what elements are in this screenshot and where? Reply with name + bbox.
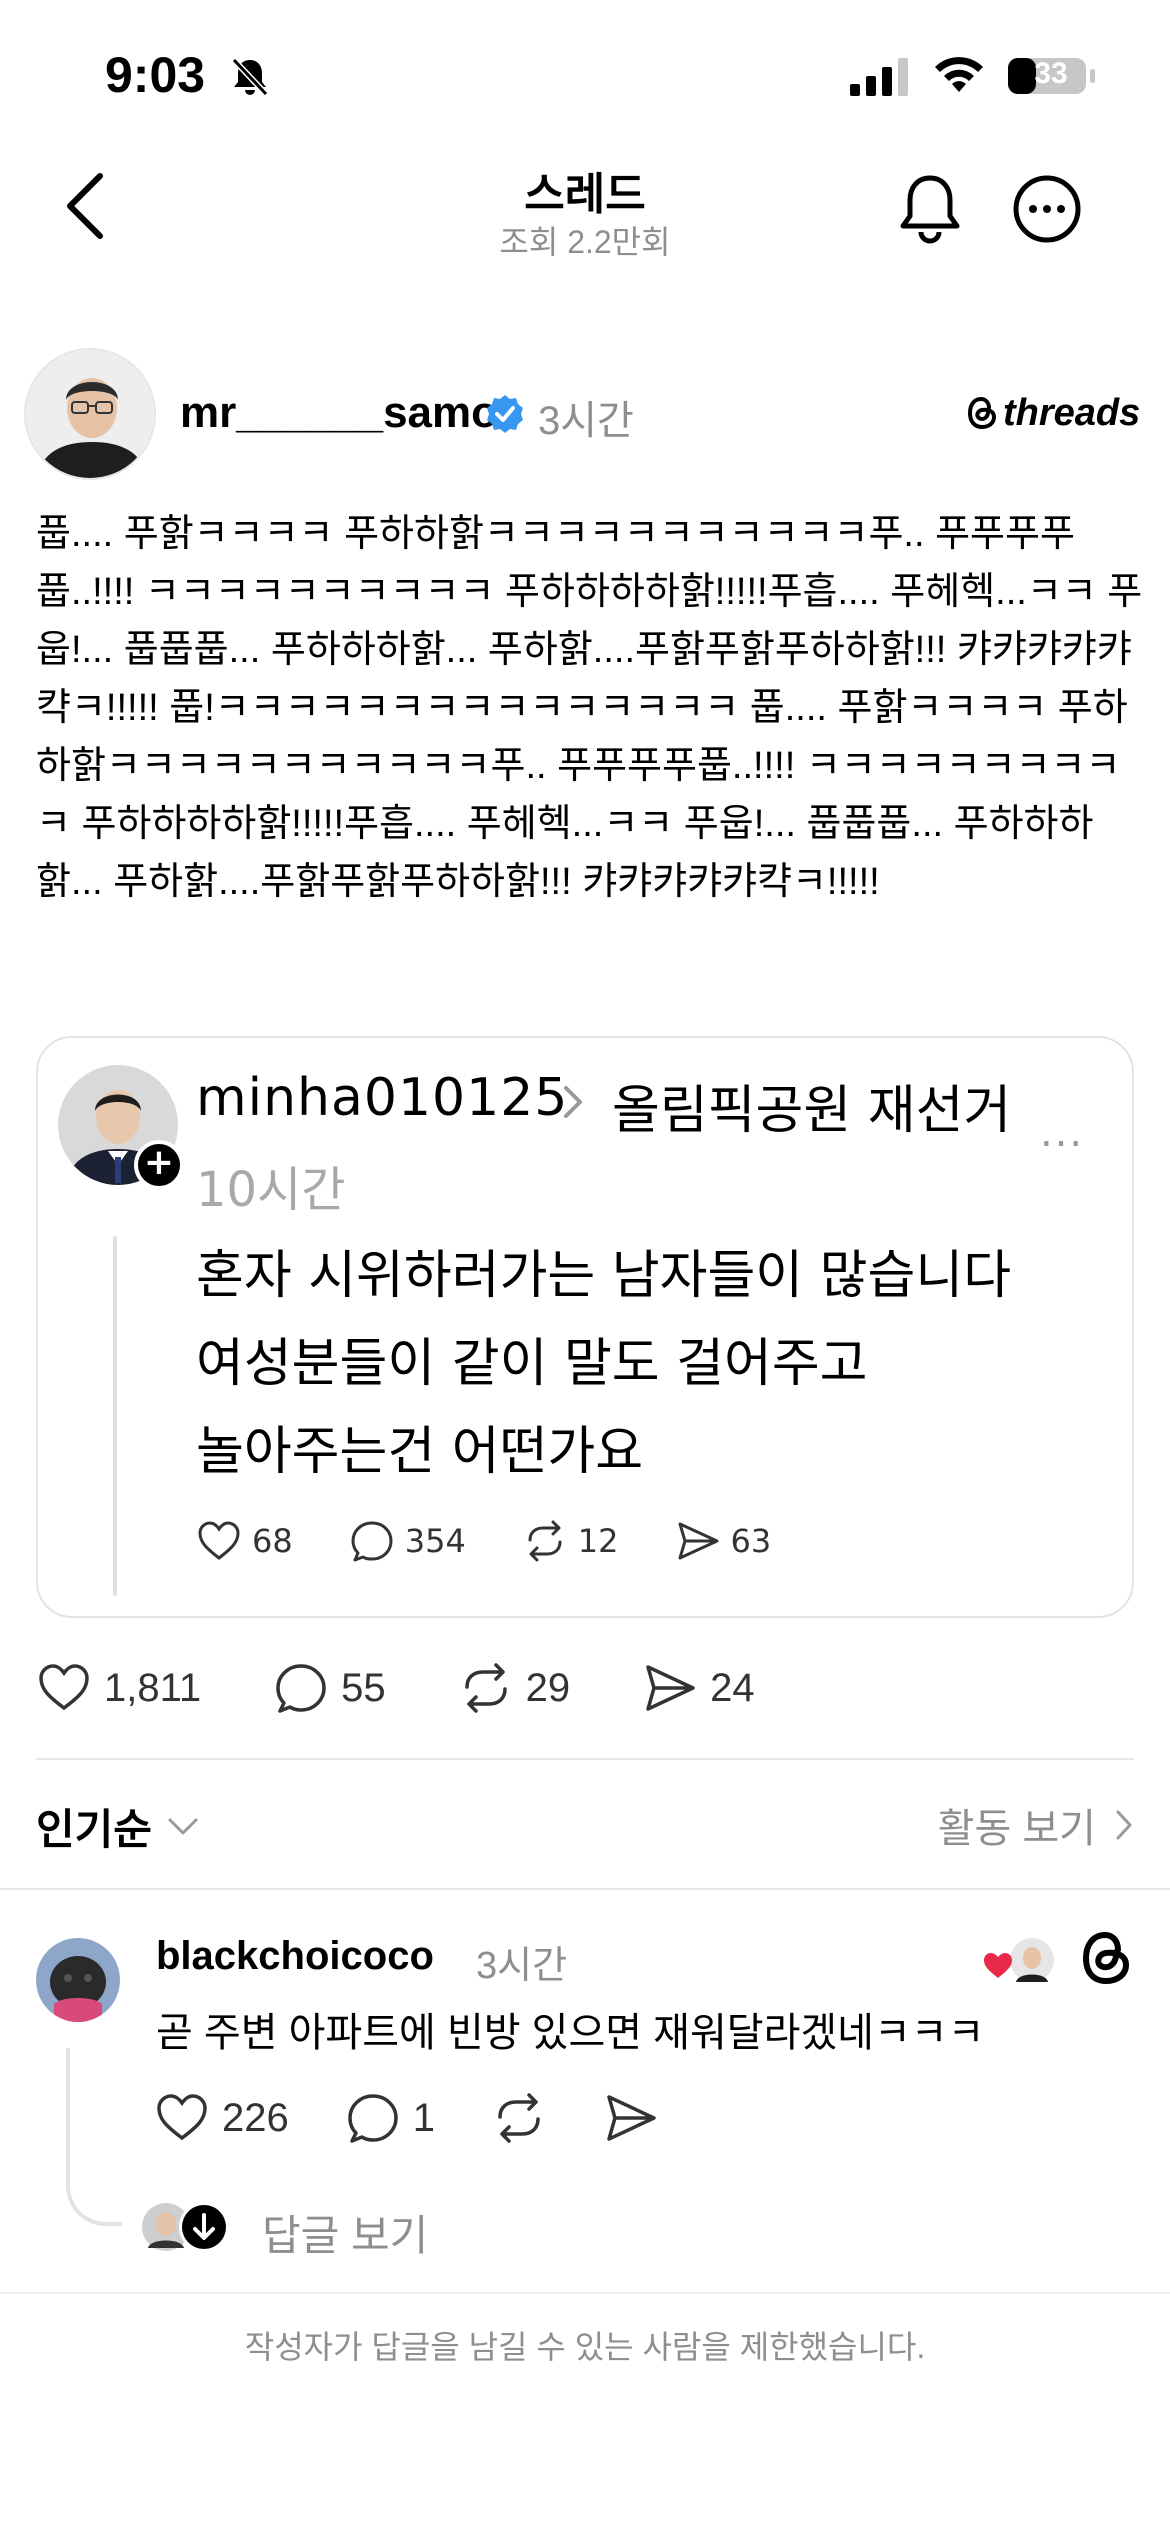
- quoted-repost-button[interactable]: 12: [522, 1518, 619, 1564]
- quoted-username[interactable]: minha010125: [196, 1068, 568, 1128]
- view-activity-link[interactable]: 활동 보기: [938, 1796, 1134, 1854]
- repost-button[interactable]: 29: [458, 1660, 571, 1716]
- repost-count: 29: [525, 1665, 571, 1710]
- comment-icon: [348, 2094, 398, 2143]
- share-button[interactable]: 24: [642, 1660, 755, 1716]
- share-icon: [678, 1522, 719, 1560]
- reply-restriction-note: 작성자가 답글을 남길 수 있는 사람을 제한했습니다.: [244, 2329, 926, 2365]
- comment-icon: [351, 1521, 393, 1562]
- comment-reply-button[interactable]: 1: [345, 2090, 435, 2146]
- status-time: 9:03: [105, 47, 206, 103]
- threads-brand: threads: [965, 390, 1140, 436]
- post-actions: 1,811 55 29 24: [36, 1660, 827, 1716]
- quoted-line-3: 놀아주는건 어떤가요: [196, 1422, 644, 1482]
- threads-brand-label: threads: [1003, 391, 1141, 434]
- author-avatar[interactable]: [24, 348, 156, 480]
- comment-icon: [276, 1664, 326, 1713]
- comment-like-count: 226: [222, 2095, 289, 2140]
- share-icon: [607, 2095, 656, 2141]
- like-count: 1,811: [104, 1665, 202, 1710]
- share-count: 24: [710, 1665, 755, 1710]
- chevron-right-icon: [564, 1086, 582, 1118]
- divider: [0, 2292, 1170, 2294]
- notification-bell-icon[interactable]: [895, 170, 965, 246]
- repost-icon: [528, 1520, 562, 1562]
- page-title: 스레드: [524, 170, 646, 219]
- chevron-down-icon: [168, 1818, 198, 1834]
- quoted-repost-count: 12: [577, 1522, 619, 1560]
- threads-icon[interactable]: [1076, 1928, 1136, 1988]
- heart-icon: [157, 2094, 207, 2141]
- signal-icon: [850, 58, 908, 96]
- comment-button[interactable]: 55: [273, 1660, 386, 1716]
- quoted-like-count: 68: [252, 1522, 293, 1560]
- quoted-body: 혼자 시위하러가는 남자들이 많습니다 여성분들이 같이 말도 걸어주고 놀아주…: [196, 1232, 1096, 1496]
- post-time: 3시간: [538, 399, 634, 443]
- repost-icon: [464, 1663, 507, 1713]
- reply-avatars: [142, 2202, 229, 2252]
- quoted-share-count: 63: [730, 1522, 772, 1560]
- commenter-avatar[interactable]: [36, 1938, 120, 2022]
- chevron-right-icon: [1116, 1810, 1132, 1840]
- heart-icon: [39, 1664, 89, 1711]
- battery-level: 33: [1034, 57, 1068, 90]
- author-username[interactable]: mr______samo: [180, 388, 498, 438]
- follow-plus-button[interactable]: +: [134, 1140, 184, 1190]
- quoted-time: 10시간: [196, 1162, 346, 1218]
- heart-icon: [198, 1521, 240, 1560]
- sort-dropdown[interactable]: 인기순: [36, 1796, 200, 1857]
- quoted-actions: 68 354 12 63: [196, 1518, 827, 1564]
- battery-icon: 33: [1006, 54, 1098, 98]
- quoted-topic[interactable]: 올림픽공원 재선거: [612, 1068, 1011, 1143]
- comment-text: 곧 주변 아파트에 빈방 있으면 재워달라겠네ㅋㅋㅋ: [156, 2011, 985, 2055]
- quoted-comment-count: 354: [404, 1522, 466, 1560]
- view-replies-link[interactable]: 답글 보기: [262, 2202, 428, 2263]
- wifi-icon: [935, 57, 983, 92]
- comment-repost-button[interactable]: [491, 2090, 547, 2146]
- quoted-more-icon[interactable]: ...: [1040, 1110, 1084, 1156]
- divider: [36, 1758, 1134, 1760]
- repost-icon: [498, 2093, 540, 2143]
- reply-thread-line: [66, 2048, 122, 2226]
- quoted-thread-line: [113, 1236, 117, 1596]
- quoted-line-2: 여성분들이 같이 말도 걸어주고: [196, 1334, 868, 1394]
- threads-logo-icon: [967, 396, 997, 430]
- bell-off-icon: [231, 57, 269, 97]
- quoted-comment-button[interactable]: 354: [349, 1518, 466, 1564]
- comment-share-button[interactable]: [603, 2090, 659, 2146]
- comment-reply-count: 1: [412, 2095, 435, 2140]
- view-count: 조회 2.2만회: [499, 224, 671, 260]
- share-icon: [646, 1665, 695, 1711]
- verified-badge-icon: [487, 395, 523, 433]
- more-options-icon[interactable]: [1012, 174, 1082, 244]
- post-body: 풉.... 푸핡ㅋㅋㅋㅋ 푸하하핡ㅋㅋㅋㅋㅋㅋㅋㅋㅋㅋㅋ푸.. 푸푸푸푸풉..!…: [36, 513, 1143, 903]
- comment-count: 55: [341, 1665, 386, 1710]
- comment-time: 3시간: [476, 1945, 568, 1987]
- sort-label: 인기순: [36, 1806, 152, 1853]
- comment-actions: 226 1: [154, 2090, 715, 2146]
- quoted-like-button[interactable]: 68: [196, 1518, 293, 1564]
- comment-like-button[interactable]: 226: [154, 2090, 289, 2146]
- like-button[interactable]: 1,811: [36, 1660, 201, 1716]
- divider: [0, 1888, 1170, 1890]
- commenter-username[interactable]: blackchoicoco: [156, 1934, 434, 1979]
- view-activity-label: 활동 보기: [937, 1807, 1096, 1851]
- quoted-share-button[interactable]: 63: [675, 1518, 772, 1564]
- quoted-line-1: 혼자 시위하러가는 남자들이 많습니다: [196, 1246, 1012, 1306]
- author-liked-icon: [984, 1938, 1054, 1982]
